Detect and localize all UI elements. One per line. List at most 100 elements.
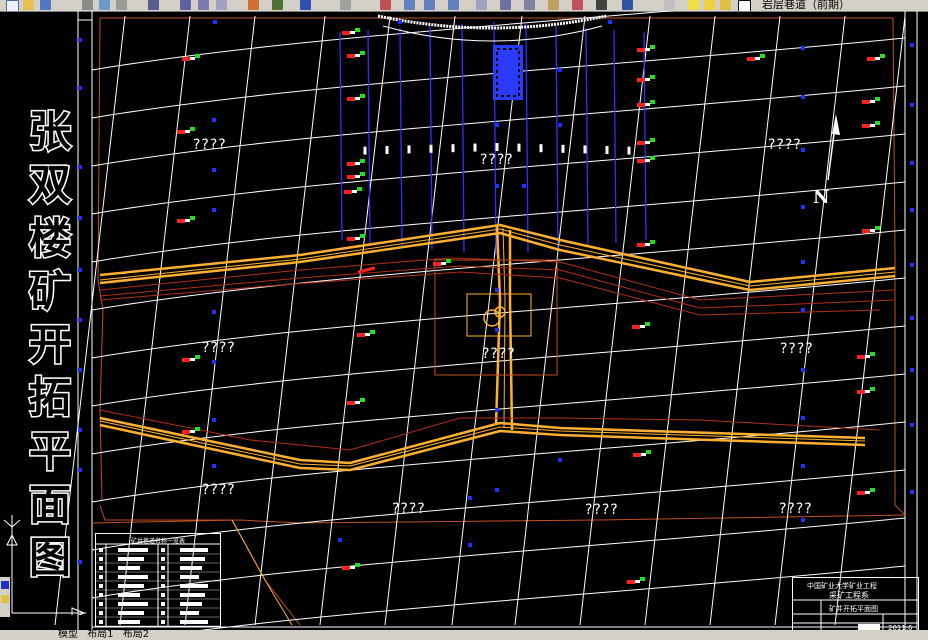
calculator-icon[interactable] bbox=[596, 0, 607, 10]
survey-dot bbox=[495, 488, 499, 492]
borehole-marker bbox=[862, 226, 880, 233]
borehole-marker bbox=[627, 577, 645, 584]
tab-model[interactable]: 模型 bbox=[58, 630, 78, 640]
toolpalette-icon[interactable] bbox=[524, 0, 535, 10]
workface-line bbox=[585, 27, 589, 247]
paste-icon[interactable] bbox=[216, 0, 227, 10]
survey-dot bbox=[910, 316, 914, 320]
borehole-marker bbox=[344, 187, 362, 194]
grid-line-vertical bbox=[774, 15, 846, 626]
shaft-symbol bbox=[483, 309, 501, 327]
layer-icon[interactable] bbox=[664, 0, 675, 10]
title-char: 拓 bbox=[27, 372, 72, 423]
ucs-icon bbox=[3, 515, 86, 615]
survey-dot bbox=[910, 490, 914, 494]
redo-icon[interactable] bbox=[272, 0, 283, 10]
match-prop-icon[interactable] bbox=[148, 0, 159, 10]
survey-dot bbox=[608, 20, 612, 24]
unknown-label: ???? bbox=[193, 137, 227, 153]
table-cell bbox=[99, 548, 103, 552]
survey-dot bbox=[78, 165, 82, 169]
survey-dot bbox=[78, 86, 82, 90]
unknown-label: ???? bbox=[202, 482, 236, 498]
toolbar-icon[interactable] bbox=[1, 595, 9, 603]
borehole-marker bbox=[637, 75, 655, 82]
title-block: 中国矿业大学矿业工程 采矿工程系 矿井开拓平面图 2011.6 bbox=[792, 577, 919, 634]
lock-icon[interactable] bbox=[720, 0, 731, 10]
borehole-marker bbox=[637, 45, 655, 52]
title-block-drawing-name: 矿井开拓平面图 bbox=[829, 605, 878, 613]
copy-icon[interactable] bbox=[198, 0, 209, 10]
help-icon[interactable] bbox=[622, 0, 633, 10]
survey-dot bbox=[78, 468, 82, 472]
grid-line-vertical bbox=[384, 15, 456, 626]
zoom-previous-icon[interactable] bbox=[448, 0, 459, 10]
borehole-marker bbox=[857, 488, 875, 495]
title-char: 开 bbox=[27, 319, 72, 370]
survey-dot bbox=[910, 263, 914, 267]
table-grid bbox=[96, 543, 220, 626]
table-cell bbox=[99, 584, 103, 588]
survey-dot bbox=[558, 458, 562, 462]
designcenter-icon[interactable] bbox=[500, 0, 511, 10]
cut-icon[interactable] bbox=[180, 0, 191, 10]
survey-dot bbox=[910, 161, 914, 165]
borehole-marker bbox=[632, 322, 650, 329]
table-cell bbox=[180, 602, 202, 606]
arrow-down-icon[interactable] bbox=[300, 0, 311, 10]
survey-dot bbox=[78, 428, 82, 432]
title-char: 楼 bbox=[27, 213, 72, 264]
sheetset-icon[interactable] bbox=[548, 0, 559, 10]
toolbar-icon[interactable] bbox=[1, 581, 9, 589]
unknown-label: ???? bbox=[482, 346, 516, 362]
undo-icon[interactable] bbox=[248, 0, 259, 10]
table-cell bbox=[161, 602, 165, 606]
grid-line-vertical bbox=[709, 15, 781, 626]
north-label: N bbox=[813, 187, 830, 208]
zoom-window-icon[interactable] bbox=[424, 0, 435, 10]
table-cell bbox=[118, 593, 140, 597]
grid-line-vertical bbox=[514, 15, 586, 626]
zoom-realtime-icon[interactable] bbox=[404, 0, 415, 10]
print-icon[interactable] bbox=[82, 0, 93, 10]
table-cell bbox=[99, 566, 103, 570]
borehole-marker bbox=[357, 330, 375, 337]
preview-icon[interactable] bbox=[99, 0, 110, 10]
borehole-marker bbox=[862, 97, 880, 104]
vertical-toolbar[interactable] bbox=[0, 577, 10, 617]
table-cell bbox=[118, 548, 148, 552]
bulb-icon[interactable] bbox=[688, 0, 699, 10]
workface-line bbox=[555, 25, 559, 250]
borehole-marker bbox=[342, 28, 360, 35]
tab-layout1[interactable]: 布局1 bbox=[87, 630, 113, 640]
layer-dropdown[interactable]: 岩层巷道（前期） bbox=[762, 0, 850, 11]
table-cell bbox=[180, 575, 199, 579]
survey-dot bbox=[495, 288, 499, 292]
layout-tabs: 模型 布局1 布局2 bbox=[0, 630, 928, 640]
borehole-marker bbox=[347, 398, 365, 405]
shaft-roadway-3 bbox=[502, 227, 506, 429]
survey-dot bbox=[910, 208, 914, 212]
survey-dot bbox=[495, 408, 499, 412]
title-block-company: 采矿工程系 bbox=[829, 591, 869, 600]
table-cell bbox=[161, 620, 165, 624]
survey-dot bbox=[78, 368, 82, 372]
table-cell bbox=[99, 602, 103, 606]
markup-icon[interactable] bbox=[572, 0, 583, 10]
pan-icon[interactable] bbox=[380, 0, 391, 10]
tab-layout2[interactable]: 布局2 bbox=[123, 630, 149, 640]
survey-dot bbox=[78, 268, 82, 272]
save-icon[interactable] bbox=[40, 0, 51, 10]
sun-icon[interactable] bbox=[704, 0, 715, 10]
table-cell bbox=[180, 593, 205, 597]
grid-line-vertical bbox=[644, 15, 716, 626]
drawing-vertical-title: 张双楼矿开拓平面图 bbox=[22, 106, 78, 583]
survey-dot bbox=[78, 216, 82, 220]
properties-icon[interactable] bbox=[476, 0, 487, 10]
plot-icon[interactable] bbox=[116, 0, 127, 10]
survey-dot bbox=[801, 464, 805, 468]
survey-dot bbox=[801, 46, 805, 50]
open-icon[interactable] bbox=[23, 0, 34, 10]
arrow-down-gray-icon[interactable] bbox=[340, 0, 351, 10]
survey-dot bbox=[558, 123, 562, 127]
